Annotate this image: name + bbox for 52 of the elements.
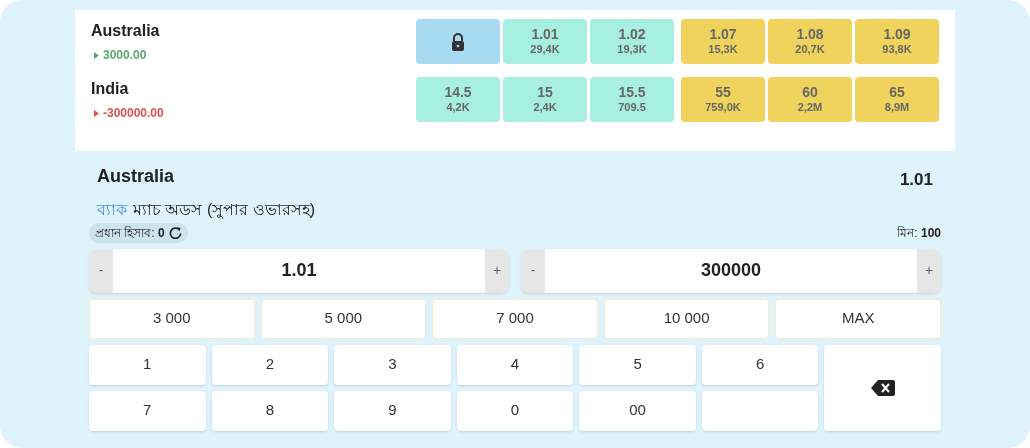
lay-odds-button[interactable]: 55 759,0K [681, 77, 765, 122]
decrement-button[interactable]: - [89, 248, 113, 293]
lay-odds-button[interactable]: 1.09 93,8K [855, 19, 939, 64]
selected-team: Australia [97, 165, 175, 189]
backspace-icon [870, 379, 895, 396]
stake-button[interactable]: 5 000 [260, 298, 427, 339]
team-name: India [91, 79, 130, 99]
position-value: -300000.00 [103, 105, 164, 122]
keypad-key[interactable]: 3 [334, 344, 451, 385]
keypad-key[interactable]: 0 [456, 390, 574, 431]
refresh-icon[interactable] [168, 226, 182, 239]
decrement-button[interactable]: - [521, 248, 545, 293]
back-odds-button[interactable]: 15.5 709.5 [590, 77, 674, 122]
backspace-key[interactable] [824, 344, 941, 431]
locked-odds-cell[interactable] [416, 19, 500, 64]
market-name: ম্যাচ অডস (সুপার ওভারসহ) [133, 199, 315, 221]
keypad-key[interactable]: 9 [334, 390, 451, 431]
back-odds-button[interactable]: 1.02 19,3K [590, 19, 674, 64]
triangle-icon [94, 51, 99, 59]
increment-button[interactable]: + [485, 248, 509, 293]
stake-button[interactable]: 7 000 [432, 298, 598, 339]
stake-button[interactable]: MAX [775, 298, 941, 339]
keypad-key[interactable]: 5 [579, 344, 696, 385]
lay-odds-button[interactable]: 65 8,9M [855, 77, 939, 122]
back-odds-button[interactable]: 15 2,4K [503, 77, 587, 122]
lay-odds-button[interactable]: 1.08 20,7K [768, 19, 852, 64]
keypad-key[interactable]: 1 [89, 344, 206, 385]
back-odds-button[interactable]: 14.5 4,2K [416, 77, 500, 122]
keypad-key[interactable]: 7 [89, 390, 206, 431]
triangle-icon [94, 109, 99, 117]
position-value: 3000.00 [103, 47, 147, 64]
keypad-key[interactable]: 4 [456, 344, 574, 385]
stepper-value: 1.01 [280, 259, 318, 282]
min-stake: মিন: 100 [897, 224, 941, 242]
stepper-field[interactable]: - 1.01 + [89, 248, 509, 293]
stake-button[interactable]: 3 000 [89, 298, 255, 339]
increment-button[interactable]: + [917, 248, 941, 293]
stake-button[interactable]: 10 000 [603, 298, 770, 339]
bet-side: ব্যাক [97, 199, 127, 220]
keypad-key[interactable]: 6 [701, 344, 819, 385]
keypad-key[interactable]: 2 [211, 344, 329, 385]
selected-odds: 1.01 [899, 169, 933, 191]
back-odds-button[interactable]: 1.01 29,4K [503, 19, 587, 64]
lay-odds-button[interactable]: 1.07 15,3K [681, 19, 765, 64]
balance-text: প্রধান হিসাব: 0 [95, 224, 165, 242]
keypad-key[interactable]: 8 [211, 390, 329, 431]
lock-icon [451, 32, 465, 51]
stepper-field[interactable]: - 300000 + [521, 248, 941, 293]
keypad-key[interactable]: 00 [579, 390, 696, 431]
team-name: Australia [91, 21, 161, 41]
stepper-value: 300000 [699, 259, 763, 282]
lay-odds-button[interactable]: 60 2,2M [768, 77, 852, 122]
